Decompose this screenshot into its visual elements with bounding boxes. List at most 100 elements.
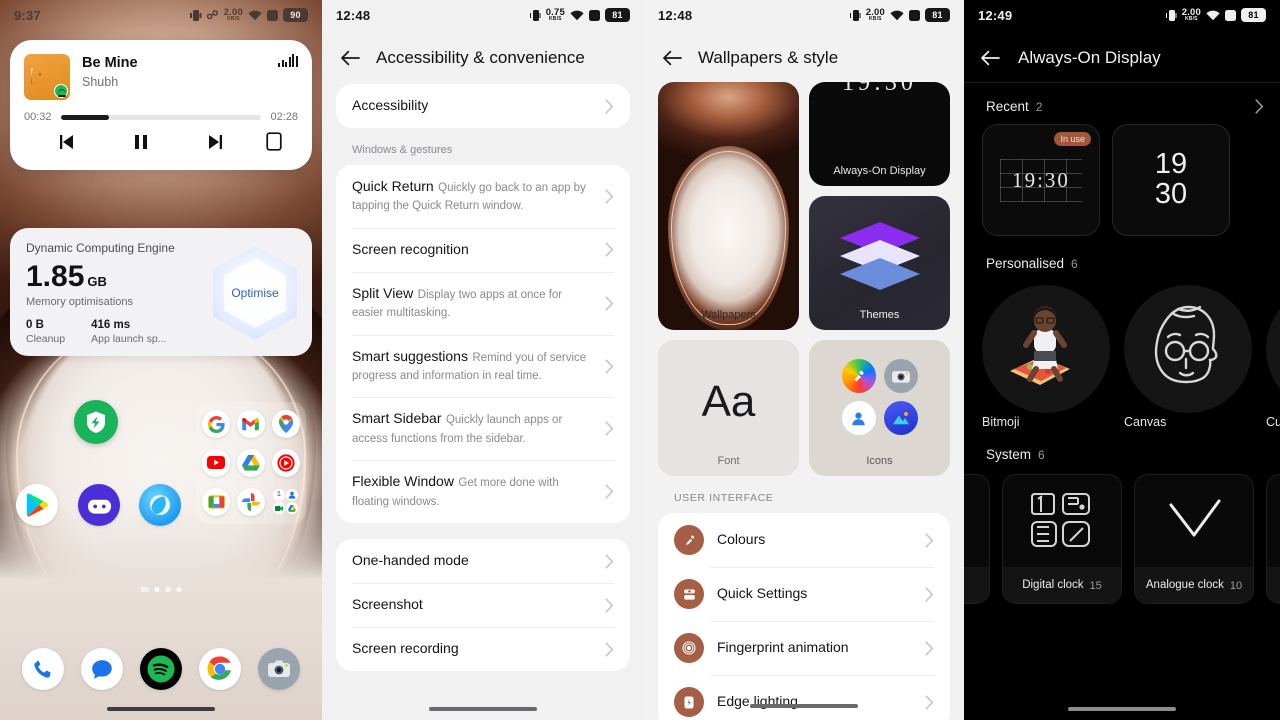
progress-bar[interactable]	[60, 114, 262, 120]
dce-memory-unit: GB	[87, 274, 107, 289]
tile-wallpapers[interactable]: Wallpapers	[658, 82, 799, 330]
page-indicator[interactable]	[140, 587, 182, 592]
home-indicator-bar[interactable]	[750, 704, 858, 708]
tile-icons[interactable]: Icons	[809, 340, 950, 476]
back-arrow-icon[interactable]	[662, 48, 682, 68]
tile-always-on-display[interactable]: 19:30 Always-On Display	[809, 82, 950, 186]
media-progress[interactable]: 00:32 02:28	[24, 111, 298, 123]
settings-row-screen-recognition[interactable]: Screen recognition	[336, 227, 630, 272]
gestures-card: Quick Return Quickly go back to an app b…	[336, 165, 630, 524]
settings-row-flexible-window[interactable]: Flexible Window Get more done with float…	[336, 460, 630, 523]
app-icon-drive[interactable]	[236, 448, 265, 477]
settings-row-edge-lighting[interactable]: Edge lighting	[658, 675, 950, 720]
chevron-right-icon	[605, 98, 614, 114]
app-icon-gmail[interactable]	[236, 410, 265, 439]
row-text: Screen recording	[352, 640, 595, 658]
tile-themes[interactable]: Themes	[809, 196, 950, 330]
app-icon-game-space[interactable]	[78, 484, 120, 526]
chevron-right-icon	[605, 358, 614, 374]
page-dot-active	[154, 587, 160, 592]
app-icon-play-store[interactable]	[16, 484, 58, 526]
sim-x-icon	[267, 9, 278, 21]
home-indicator-bar[interactable]	[107, 707, 215, 711]
font-sample: Aa	[701, 377, 756, 426]
system-card-analogue-clock[interactable]: Analogue clock 10	[1134, 474, 1254, 604]
tile-font[interactable]: Aa Font	[658, 340, 799, 476]
row-title: Screen recording	[352, 640, 459, 657]
equalizer-icon	[278, 54, 298, 67]
panel-accessibility-settings: 12:48 0.75 KB/S 81 Accessibility & conve…	[322, 0, 644, 720]
dock-icon-chrome[interactable]	[198, 648, 241, 690]
personalised-label: Bitmoji	[982, 415, 1020, 429]
back-arrow-icon[interactable]	[980, 48, 1000, 68]
aod-card-digital-serif[interactable]: In use 19:30	[982, 124, 1100, 236]
home-indicator-bar[interactable]	[429, 707, 537, 711]
themes-layers-icon	[839, 222, 920, 290]
optimise-button[interactable]: Optimise	[206, 246, 304, 340]
clock-minutes: 30	[1154, 178, 1188, 210]
app-folder-google[interactable]: 1	[196, 402, 306, 524]
cast-device-icon[interactable]	[254, 132, 294, 151]
pause-button[interactable]	[103, 133, 178, 151]
sim-x-icon	[1225, 9, 1236, 21]
section-count: 6	[1038, 447, 1045, 462]
personalised-item-bitmoji[interactable]: Bitmoji	[982, 285, 1110, 431]
aod-card-stacked-clock[interactable]: 19 30	[1112, 124, 1230, 236]
settings-row-colours[interactable]: Colours	[658, 513, 950, 567]
row-title: Accessibility	[352, 97, 429, 113]
app-icon-keep[interactable]	[202, 487, 231, 516]
settings-row-accessibility[interactable]: Accessibility	[336, 84, 630, 128]
settings-row-fingerprint-animation[interactable]: Fingerprint animation	[658, 621, 950, 675]
settings-row-quick-settings[interactable]: Quick Settings	[658, 567, 950, 621]
settings-row-quick-return[interactable]: Quick Return Quickly go back to an app b…	[336, 165, 630, 228]
palette-icon	[674, 525, 704, 555]
settings-row-one-handed-mode[interactable]: One-handed mode	[336, 539, 630, 583]
row-text: Smart suggestions Remind you of service …	[352, 348, 595, 385]
app-icon-youtube[interactable]	[202, 448, 231, 477]
app-icon-photos[interactable]	[236, 487, 265, 516]
optimise-label: Optimise	[231, 286, 279, 300]
page-dot	[165, 587, 171, 592]
app-icon-youtube-music[interactable]	[271, 448, 300, 477]
settings-row-screen-recording[interactable]: Screen recording	[336, 627, 630, 671]
system-card-partial-right[interactable]	[1266, 474, 1280, 604]
dock-icon-messages[interactable]	[81, 648, 124, 690]
system-card-digital-clock[interactable]: Digital clock 15	[1002, 474, 1122, 604]
total-time: 02:28	[270, 111, 298, 123]
settings-row-smart-suggestions[interactable]: Smart suggestions Remind you of service …	[336, 334, 630, 398]
app-icon-google[interactable]	[202, 410, 231, 439]
app-icon-device-protection[interactable]	[74, 400, 118, 444]
dock-icon-spotify[interactable]	[139, 648, 182, 690]
settings-row-smart-sidebar[interactable]: Smart Sidebar Quickly launch apps or acc…	[336, 397, 630, 460]
app-icon-calendar: 1	[272, 488, 285, 501]
section-label-user-interface: USER INTERFACE	[674, 492, 774, 504]
personalised-item-canvas[interactable]: Canvas	[1124, 285, 1252, 431]
style-footer: Analogue clock 10	[1135, 567, 1253, 603]
panel-home-screen: 9:37 ☍ 2.00 KB/S 90	[0, 0, 322, 720]
app-folder-more-preview[interactable]: 1	[272, 488, 299, 515]
settings-header: Accessibility & convenience	[322, 30, 644, 84]
style-name: Digital clock	[1022, 579, 1084, 592]
chevron-right-icon	[605, 296, 614, 311]
tile-caption: Always-On Display	[833, 165, 926, 177]
previous-track-button[interactable]	[28, 133, 103, 151]
next-track-button[interactable]	[179, 133, 254, 151]
settings-row-split-view[interactable]: Split View Display two apps at once for …	[336, 271, 630, 335]
app-icon-maps[interactable]	[271, 410, 300, 439]
dynamic-computing-engine-card[interactable]: Dynamic Computing Engine 1.85 GB Memory o…	[10, 228, 312, 356]
chevron-right-icon	[605, 642, 614, 657]
system-card-partial-left[interactable]	[964, 474, 990, 604]
media-player-card[interactable]: Be Mine Shubh 00:32 02:28	[10, 40, 312, 170]
back-arrow-icon[interactable]	[340, 48, 360, 68]
row-title: Smart suggestions	[352, 347, 468, 364]
dock-icon-camera[interactable]	[257, 648, 300, 690]
row-text: Quick Settings	[717, 585, 912, 603]
settings-row-screenshot[interactable]: Screenshot	[336, 583, 630, 627]
section-header-recent[interactable]: Recent 2	[964, 83, 1280, 124]
app-icon-browser[interactable]	[139, 484, 181, 526]
personalised-item-custom[interactable]: Custom	[1266, 285, 1280, 431]
home-indicator-bar[interactable]	[1068, 707, 1176, 711]
panel-always-on-display: 12:49 2.00 KB/S 81 Always-On Display	[964, 0, 1280, 720]
chevron-right-icon[interactable]	[1255, 99, 1264, 114]
dock-icon-phone[interactable]	[22, 648, 65, 690]
